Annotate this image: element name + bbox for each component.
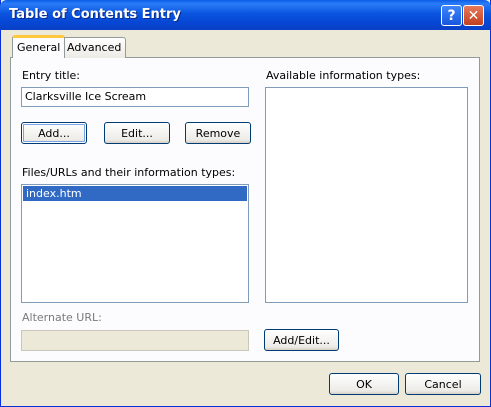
info-types-list[interactable] bbox=[265, 87, 468, 303]
add-edit-button[interactable]: Add/Edit... bbox=[264, 329, 339, 351]
close-button[interactable]: ✕ bbox=[463, 5, 484, 26]
ok-button-label: OK bbox=[356, 377, 372, 391]
files-list[interactable]: index.htm bbox=[21, 184, 249, 303]
edit-button-label: Edit... bbox=[121, 126, 153, 140]
alternate-url-label: Alternate URL: bbox=[22, 311, 102, 324]
tab-general-label: General bbox=[17, 41, 61, 54]
add-button-label: Add... bbox=[38, 126, 70, 140]
remove-button-label: Remove bbox=[195, 126, 241, 140]
remove-button[interactable]: Remove bbox=[185, 122, 251, 144]
alternate-url-field[interactable] bbox=[21, 330, 249, 351]
cancel-button[interactable]: Cancel bbox=[405, 373, 481, 395]
help-button[interactable]: ? bbox=[441, 5, 462, 26]
edit-button[interactable]: Edit... bbox=[104, 122, 170, 144]
tab-advanced[interactable]: Advanced bbox=[62, 37, 127, 58]
tab-general[interactable]: General bbox=[12, 35, 66, 58]
window-title: Table of Contents Entry bbox=[9, 7, 181, 22]
ok-button[interactable]: OK bbox=[329, 373, 399, 395]
entry-title-label: Entry title: bbox=[22, 69, 80, 82]
help-icon: ? bbox=[447, 7, 456, 24]
tab-advanced-label: Advanced bbox=[67, 41, 122, 54]
list-item[interactable]: index.htm bbox=[23, 186, 247, 201]
info-types-label: Available information types: bbox=[266, 69, 421, 82]
add-edit-button-label: Add/Edit... bbox=[273, 333, 330, 347]
add-button[interactable]: Add... bbox=[21, 122, 87, 144]
entry-title-value: Clarksville Ice Scream bbox=[25, 90, 147, 103]
close-icon: ✕ bbox=[467, 7, 480, 24]
files-label: Files/URLs and their information types: bbox=[22, 166, 236, 179]
cancel-button-label: Cancel bbox=[424, 377, 462, 391]
entry-title-field[interactable]: Clarksville Ice Scream bbox=[21, 87, 249, 107]
